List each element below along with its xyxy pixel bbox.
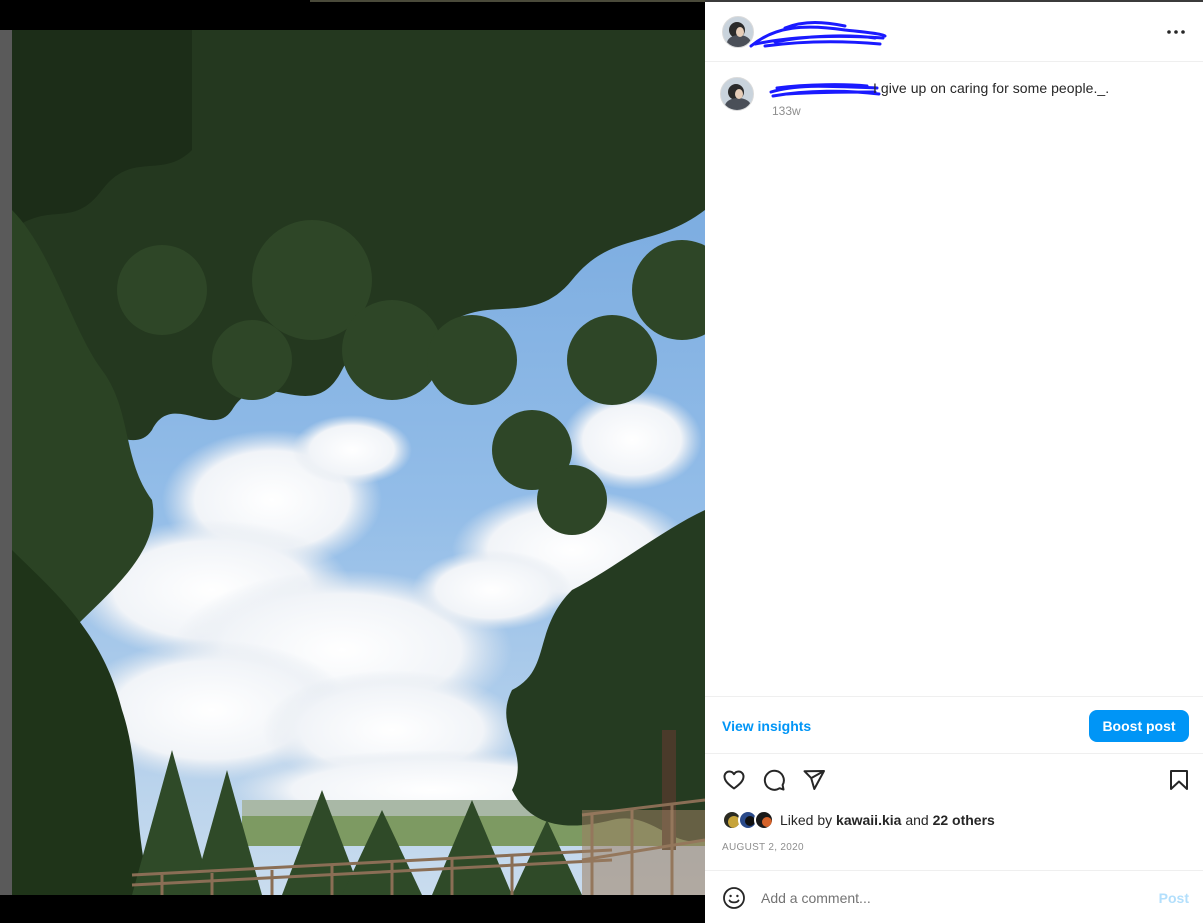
likes-others[interactable]: 22 others (933, 812, 995, 828)
comment-icon (763, 769, 785, 791)
comment-button[interactable] (762, 768, 786, 797)
media-pane (0, 0, 705, 923)
post-header (705, 2, 1203, 62)
post-modal: I give up on caring for some people._. 1… (0, 0, 1203, 923)
post-photo[interactable] (12, 30, 705, 895)
share-icon (803, 770, 825, 790)
like-button[interactable] (722, 768, 746, 797)
emoji-button[interactable] (722, 886, 746, 915)
post-details-panel: I give up on caring for some people._. 1… (705, 0, 1203, 923)
backdrop-strip (310, 0, 705, 2)
save-button[interactable] (1167, 768, 1191, 797)
backdrop-edge (0, 30, 12, 895)
likes-summary[interactable]: Liked by kawaii.kia and 22 others (722, 809, 1182, 831)
tree-sky-photo (12, 30, 705, 895)
comment-input[interactable] (761, 887, 1141, 909)
liker-avatars (722, 810, 778, 830)
smiley-icon (723, 887, 745, 909)
comment-bar: Post (705, 870, 1203, 923)
caption-avatar[interactable] (720, 77, 754, 111)
insights-bar: View insights Boost post (705, 696, 1203, 754)
likes-text: Liked by kawaii.kia and 22 others (780, 812, 995, 828)
bookmark-icon (1170, 770, 1188, 790)
caption: I give up on caring for some people._. 1… (705, 62, 1203, 142)
post-comment-button[interactable]: Post (1159, 890, 1189, 906)
redacted-username (749, 21, 887, 48)
boost-post-button[interactable]: Boost post (1089, 710, 1189, 742)
caption-timestamp: 133w (772, 104, 801, 118)
redacted-caption-username (769, 83, 881, 98)
caption-text: I give up on caring for some people._. (873, 80, 1110, 96)
view-insights-link[interactable]: View insights (722, 718, 811, 734)
post-date: AUGUST 2, 2020 (722, 842, 804, 853)
more-horizontal-icon (1167, 30, 1185, 34)
more-options-button[interactable] (1165, 22, 1187, 42)
likes-connector: and (905, 812, 929, 828)
liker-avatar (754, 810, 774, 830)
share-button[interactable] (802, 768, 826, 797)
heart-icon (723, 770, 745, 790)
liker-username[interactable]: kawaii.kia (836, 812, 901, 828)
likes-prefix: Liked by (780, 812, 833, 828)
